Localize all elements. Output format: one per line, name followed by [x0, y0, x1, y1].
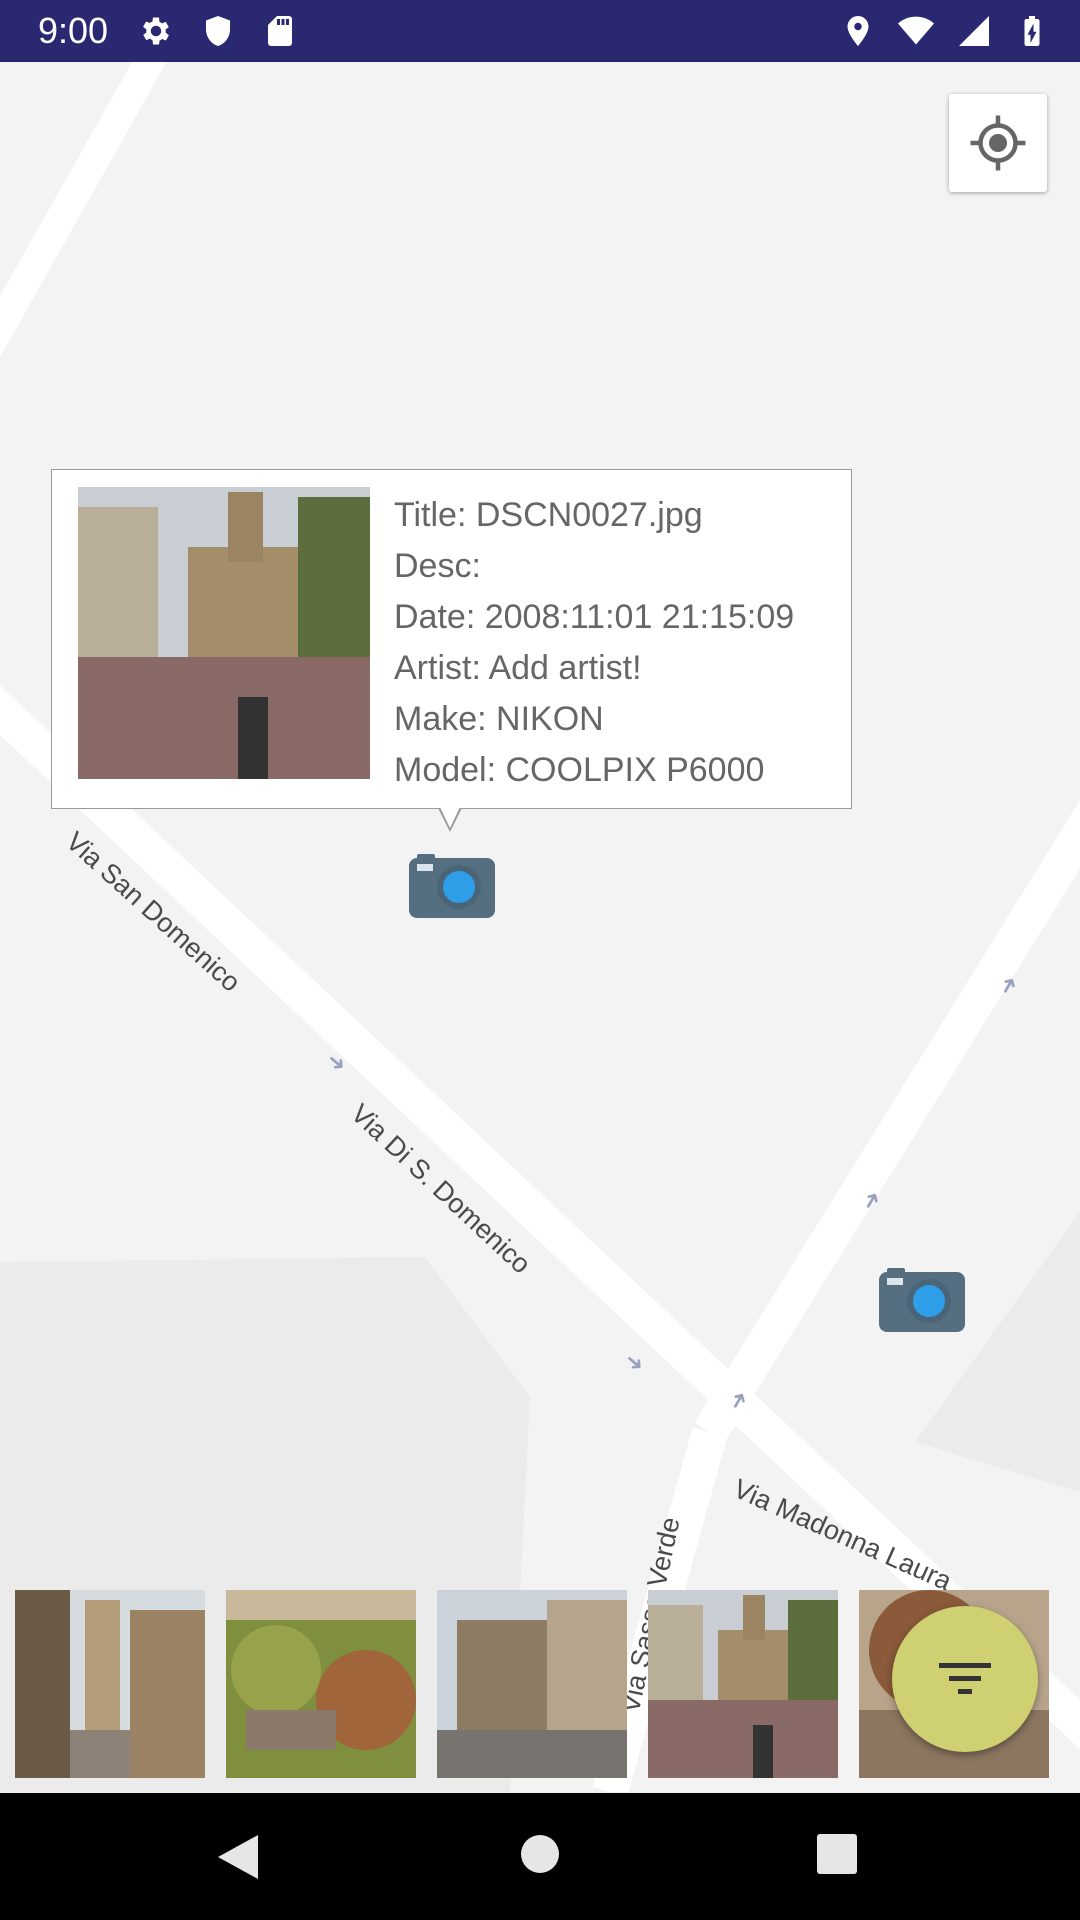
- popup-make: Make: NIKON: [394, 700, 604, 738]
- status-bar: 9:00: [0, 0, 1080, 62]
- church-square-photo: [437, 1590, 627, 1778]
- recents-icon[interactable]: [816, 1833, 858, 1875]
- filter-button[interactable]: [892, 1606, 1038, 1752]
- thumbnail-3[interactable]: [437, 1590, 627, 1778]
- thumbnail-1[interactable]: [15, 1590, 205, 1778]
- back-icon[interactable]: [216, 1833, 262, 1881]
- popup-title: Title: DSCN0027.jpg: [394, 496, 703, 534]
- location-pin-icon: [847, 16, 869, 46]
- signal-icon: [959, 16, 989, 46]
- photo-info-popup[interactable]: Title: DSCN0027.jpg Desc: Date: 2008:11:…: [51, 469, 852, 832]
- camera-icon: [409, 854, 495, 918]
- popup-desc: Desc:: [394, 547, 481, 585]
- home-icon[interactable]: [519, 1833, 561, 1875]
- navigation-bar: [0, 1793, 1080, 1920]
- crosshair-icon: [970, 115, 1026, 171]
- wifi-icon: [898, 16, 934, 45]
- map-view[interactable]: ➜ ➜ ➜ ➜ ➜ Via San Domenico Via Di S. Dom…: [0, 62, 1080, 1792]
- sd-card-icon: [268, 16, 292, 46]
- camera-icon: [879, 1268, 965, 1332]
- garden-photo: [226, 1590, 416, 1778]
- popup-model: Model: COOLPIX P6000: [394, 751, 765, 789]
- camera-marker[interactable]: [879, 1268, 965, 1332]
- filter-icon: [939, 1663, 991, 1694]
- thumbnail-2[interactable]: [226, 1590, 416, 1778]
- popup-date: Date: 2008:11:01 21:15:09: [394, 598, 795, 636]
- shield-icon: [206, 16, 230, 46]
- svg-text:➜: ➜: [619, 1347, 649, 1378]
- popup-photo-thumbnail: [78, 487, 370, 779]
- church-plaza-photo: [78, 487, 370, 779]
- popup-artist: Artist: Add artist!: [394, 649, 642, 687]
- tower-street-photo: [15, 1590, 205, 1778]
- battery-charging-icon: [1024, 16, 1040, 46]
- status-time: 9:00: [38, 10, 109, 51]
- camera-marker-selected[interactable]: [409, 854, 495, 918]
- my-location-button[interactable]: [949, 94, 1047, 192]
- gear-icon: [143, 17, 169, 45]
- thumbnail-4[interactable]: [648, 1590, 838, 1778]
- church-plaza-photo: [648, 1590, 838, 1778]
